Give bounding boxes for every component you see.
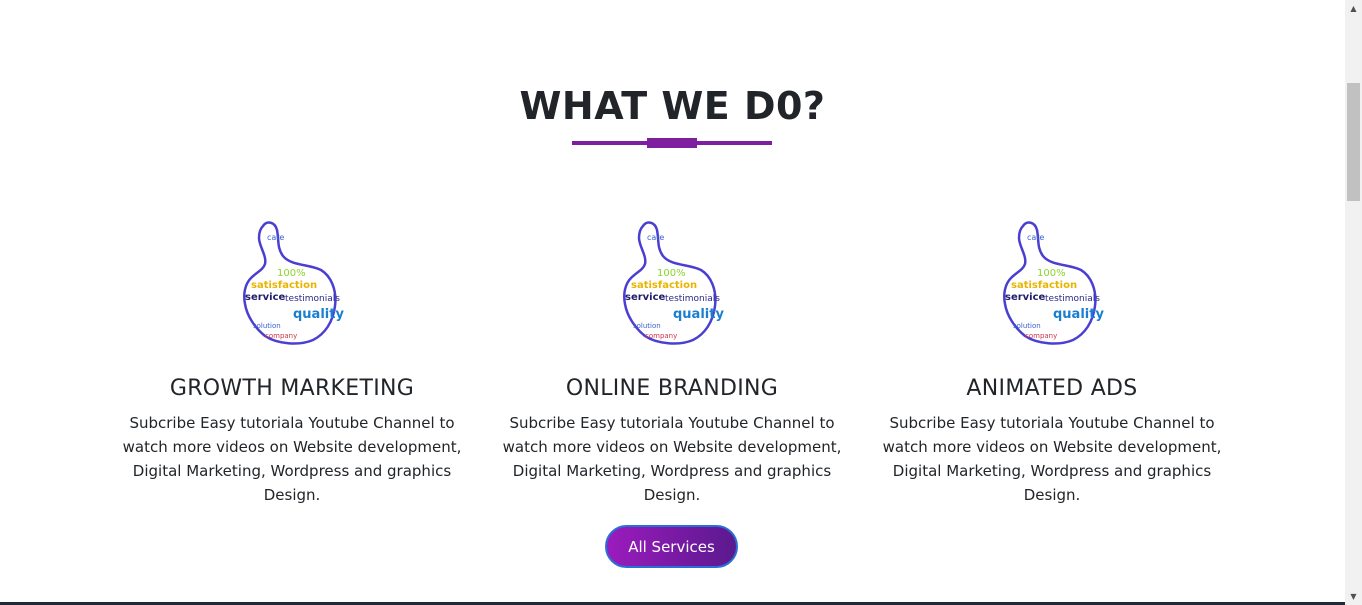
page: WHAT WE D0? care 100% satisfaction servi… xyxy=(0,0,1362,605)
all-services-button[interactable]: All Services xyxy=(605,525,738,568)
icon-word-company: company xyxy=(645,332,677,340)
service-card-online-branding: care 100% satisfaction service testimoni… xyxy=(482,218,862,507)
icon-word-quality: quality xyxy=(1053,307,1104,322)
service-card-growth-marketing: care 100% satisfaction service testimoni… xyxy=(102,218,482,507)
service-title: GROWTH MARKETING xyxy=(169,376,415,401)
title-underline-accent xyxy=(647,138,697,148)
icon-word-care: care xyxy=(1027,233,1044,242)
service-title: ANIMATED ADS xyxy=(966,376,1138,401)
thumbs-up-word-cloud-icon: care 100% satisfaction service testimoni… xyxy=(243,221,344,345)
icon-word-testimonials: testimonials xyxy=(285,294,340,304)
icon-word-service: service xyxy=(245,292,286,303)
icon-word-company: company xyxy=(1025,332,1057,340)
icon-word-care: care xyxy=(267,233,284,242)
service-description: Subcribe Easy tutoriala Youtube Channel … xyxy=(882,414,1222,504)
scroll-down-arrow-icon[interactable]: ▼ xyxy=(1345,588,1362,605)
thumbs-up-word-cloud-icon: care 100% satisfaction service testimoni… xyxy=(623,221,724,345)
icon-word-quality: quality xyxy=(673,307,724,322)
what-we-do-section: WHAT WE D0? care 100% satisfaction servi… xyxy=(0,0,1345,605)
icon-word-100: 100% xyxy=(277,268,306,279)
icon-word-solution: solution xyxy=(633,322,661,330)
icon-word-satisfaction: satisfaction xyxy=(1011,280,1077,291)
icon-word-100: 100% xyxy=(1037,268,1066,279)
service-description: Subcribe Easy tutoriala Youtube Channel … xyxy=(502,414,842,504)
scroll-up-arrow-icon[interactable]: ▲ xyxy=(1345,0,1362,17)
icon-word-care: care xyxy=(647,233,664,242)
vertical-scrollbar[interactable]: ▲ ▼ xyxy=(1345,0,1362,605)
service-title: ONLINE BRANDING xyxy=(565,376,779,401)
service-card-animated-ads: care 100% satisfaction service testimoni… xyxy=(862,218,1242,507)
icon-word-company: company xyxy=(265,332,297,340)
icon-word-solution: solution xyxy=(1013,322,1041,330)
icon-word-testimonials: testimonials xyxy=(1045,294,1100,304)
service-description: Subcribe Easy tutoriala Youtube Channel … xyxy=(122,414,462,504)
section-title: WHAT WE D0? xyxy=(519,84,826,128)
icon-word-satisfaction: satisfaction xyxy=(251,280,317,291)
icon-word-100: 100% xyxy=(657,268,686,279)
scrollbar-thumb[interactable] xyxy=(1347,83,1360,201)
icon-word-service: service xyxy=(1005,292,1046,303)
thumbs-up-word-cloud-icon: care 100% satisfaction service testimoni… xyxy=(1003,221,1104,345)
icon-word-satisfaction: satisfaction xyxy=(631,280,697,291)
icon-word-quality: quality xyxy=(293,307,344,322)
icon-word-solution: solution xyxy=(253,322,281,330)
icon-word-testimonials: testimonials xyxy=(665,294,720,304)
icon-word-service: service xyxy=(625,292,666,303)
